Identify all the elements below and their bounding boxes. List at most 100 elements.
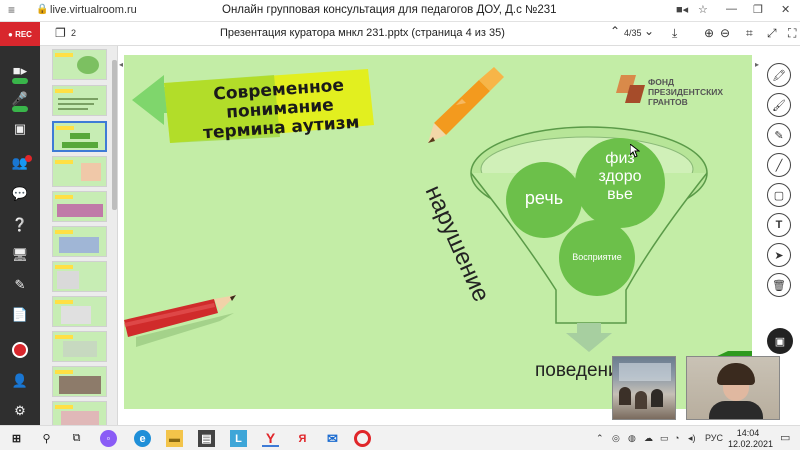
logo-line-3: ГРАНТОВ (648, 97, 688, 107)
chat-icon[interactable]: 💬 (10, 185, 30, 203)
logo-line-2: ПРЕЗИДЕНТСКИХ (648, 87, 724, 97)
circle-health-label: физ здоро вье (580, 150, 660, 204)
next-page-icon[interactable]: ⌄ (644, 24, 654, 38)
l-app-icon[interactable]: L (230, 430, 247, 447)
pointer-tool-icon[interactable]: ➤ (767, 243, 791, 267)
fullscreen-icon[interactable]: ⛶ (788, 26, 796, 41)
monitor-icon[interactable]: 🖥 (10, 246, 30, 264)
thumbnails-scrollbar[interactable] (112, 60, 117, 210)
add-user-icon[interactable]: 👤 (10, 372, 30, 390)
rectangle-tool-icon[interactable]: ▢ (767, 183, 791, 207)
address-url[interactable]: live.virtualroom.ru (50, 4, 137, 16)
menu-icon[interactable]: ≡ (8, 3, 15, 17)
tray-chevron-icon[interactable]: ⌃ (596, 433, 604, 444)
task-view-icon[interactable]: ⧉ (68, 430, 85, 447)
slides-icon[interactable]: ❐ (55, 26, 66, 40)
page-indicator: 4/35 (624, 28, 642, 38)
opera-icon[interactable] (354, 430, 371, 447)
text-tool-icon[interactable]: T (767, 213, 791, 237)
zoom-out-icon[interactable]: ⊖ (720, 26, 730, 40)
browser-bar: ≡ 🔒 live.virtualroom.ru Онлайн групповая… (0, 0, 800, 22)
circle-speech-label: речь (524, 188, 564, 208)
store-icon[interactable]: ▤ (198, 430, 215, 447)
clock[interactable]: 14:04 12.02.2021 (728, 428, 774, 450)
window-title: Онлайн групповая консультация для педаго… (222, 4, 557, 16)
screen-share-icon[interactable]: ▣ (10, 120, 30, 138)
webcam-video-classroom[interactable] (612, 356, 676, 420)
microphone-switch[interactable] (12, 106, 28, 112)
slide-thumbnails (40, 46, 118, 432)
windows-start-icon[interactable]: ⊞ (8, 430, 25, 447)
presentation-title: Презентация куратора мнкл 231.pptx (стра… (220, 27, 505, 39)
thumbnail-slide[interactable] (52, 156, 107, 187)
fund-logo-mark (616, 75, 645, 103)
search-icon[interactable]: ⚲ (38, 430, 55, 447)
record-icon[interactable] (12, 342, 28, 358)
camera-indicator-icon[interactable]: ■◂ (676, 3, 688, 16)
line-tool-icon[interactable]: ╱ (767, 153, 791, 177)
network-icon[interactable]: ◔ (674, 433, 679, 443)
thumbnail-slide-current[interactable] (52, 121, 107, 152)
brush-tool-icon[interactable]: 🖌 (767, 93, 791, 117)
thumbnail-slide[interactable] (52, 85, 107, 116)
mouse-cursor-icon (630, 144, 640, 158)
document-icon[interactable]: 📄 (10, 306, 30, 324)
camera-switch[interactable] (12, 78, 28, 84)
thumbnail-slide[interactable] (52, 261, 107, 292)
tray-app-icon[interactable]: ◎ (612, 433, 620, 444)
edge-browser-icon[interactable]: e (134, 430, 151, 447)
settings-gear-icon[interactable]: ⚙ (10, 402, 30, 420)
thumbnail-slide[interactable] (52, 331, 107, 362)
bookmark-icon[interactable]: ☆ (698, 3, 708, 16)
download-icon[interactable]: ⤓ (672, 26, 677, 41)
clock-time: 14:04 (736, 428, 760, 438)
pen-tool-icon[interactable]: ✎ (767, 123, 791, 147)
fit-screen-icon[interactable]: ⤢ (767, 26, 777, 41)
clock-date: 12.02.2021 (728, 439, 774, 449)
health-line-1: физ (605, 150, 635, 167)
highlighter-tool-icon[interactable]: 🖍 (767, 63, 791, 87)
trash-tool-icon[interactable]: 🗑 (767, 273, 791, 297)
tray-app3-icon[interactable]: ☁ (644, 433, 653, 444)
health-line-2: здоро (598, 168, 642, 185)
yandex-icon[interactable]: Я (294, 430, 311, 447)
thumbnail-slide[interactable] (52, 226, 107, 257)
circle-perception-label: Восприятие (572, 252, 622, 262)
battery-icon[interactable]: ▭ (660, 433, 669, 444)
tray-app2-icon[interactable]: ◍ (628, 433, 636, 444)
keyboard-language[interactable]: РУС (705, 433, 723, 443)
close-icon[interactable]: ✕ (781, 3, 790, 16)
alice-assistant-icon[interactable]: ◦ (100, 430, 117, 447)
logo-line-1: ФОНД (648, 77, 675, 87)
thumbnail-slide[interactable] (52, 191, 107, 222)
previous-page-icon[interactable]: ⌃ (610, 24, 620, 38)
volume-icon[interactable]: ◂) (688, 433, 696, 444)
pen-icon[interactable]: ✎ (10, 276, 30, 294)
notification-badge (25, 155, 32, 162)
fund-logo-text: ФОНД ПРЕЗИДЕНТСКИХ ГРАНТОВ (648, 77, 723, 107)
windows-taskbar: ⊞ ⚲ ⧉ ◦ e ▬ ▤ L Y Я ✉ ⌃ ◎ ◍ ☁ ▭ ◔ ◂) РУС… (0, 425, 800, 450)
presentation-header: ❐ 2 Презентация куратора мнкл 231.pptx (… (40, 22, 800, 46)
webcam-video-presenter[interactable] (686, 356, 780, 420)
thumbnail-slide[interactable] (52, 296, 107, 327)
thumbnail-slide[interactable] (52, 366, 107, 397)
yandex-browser-icon[interactable]: Y (262, 430, 279, 447)
down-arrow-icon (566, 323, 612, 352)
slides-counter: 2 (71, 28, 77, 38)
file-explorer-icon[interactable]: ▬ (166, 430, 183, 447)
zoom-in-icon[interactable]: ⊕ (704, 26, 714, 40)
rec-button[interactable]: ● REC (0, 22, 40, 46)
notifications-icon[interactable]: ▭ (780, 431, 790, 444)
question-icon[interactable]: ❔ (10, 216, 30, 234)
orange-pencil-icon (428, 67, 504, 143)
health-line-3: вье (607, 186, 633, 203)
restore-icon[interactable]: ❐ (753, 3, 763, 16)
minimize-icon[interactable]: — (726, 3, 737, 15)
collapse-right-icon[interactable]: ▸ (755, 60, 759, 69)
crop-icon[interactable]: ⌗ (746, 26, 753, 41)
mail-icon[interactable]: ✉ (324, 430, 341, 447)
thumbnail-slide[interactable] (52, 49, 107, 80)
presentation-mode-icon[interactable]: ▣ (767, 328, 793, 354)
collapse-left-icon[interactable]: ◂ (119, 60, 123, 69)
lock-icon: 🔒 (36, 4, 49, 15)
